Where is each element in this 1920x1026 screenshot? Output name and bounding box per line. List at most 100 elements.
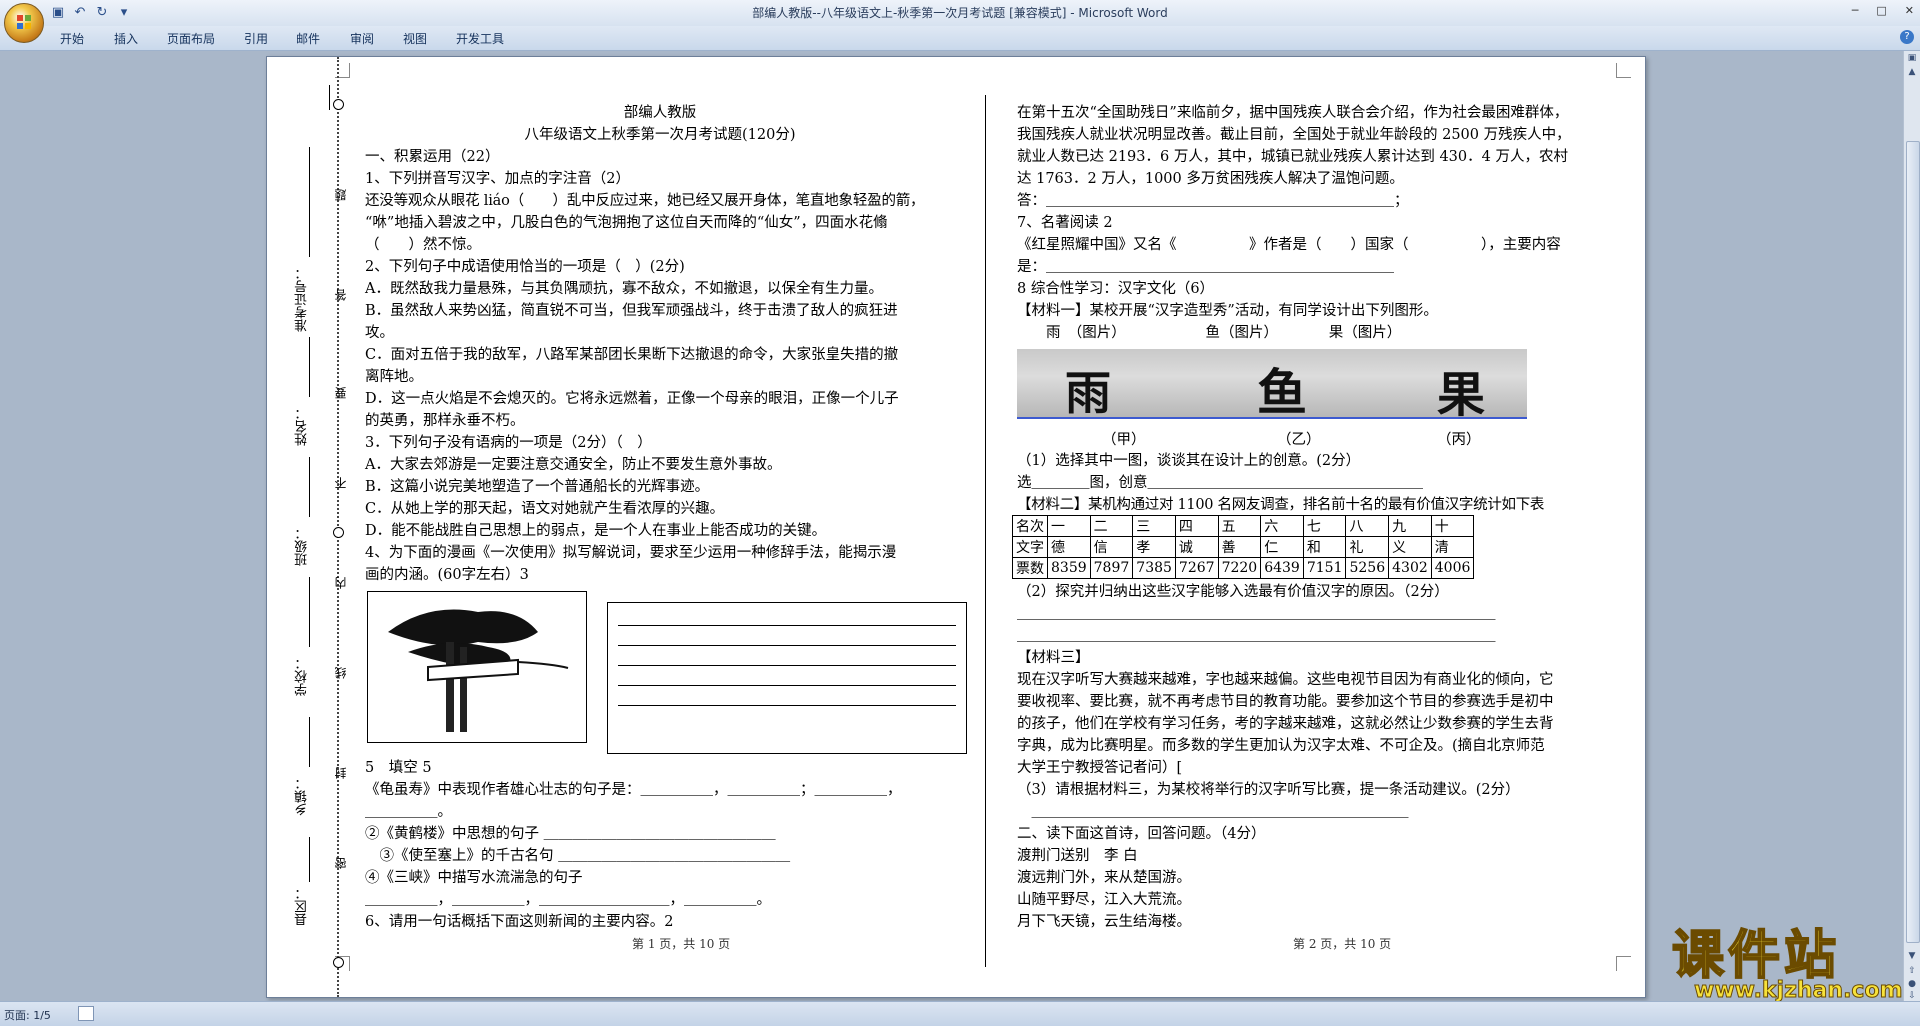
label-town: 乡镇：: [295, 777, 310, 816]
question-line: D．能不能战胜自己思想上的弱点，是一个人在事业上能否成功的关键。: [365, 523, 827, 539]
page-indicator[interactable]: 页面: 1/5: [4, 1007, 51, 1023]
label-class: 班级：: [295, 527, 310, 566]
caption-jia: （甲）: [1102, 432, 1146, 448]
question-line: ④《三峡》中描写水流湍急的句子: [365, 870, 583, 886]
column-right-lower: （2）探究并归纳出这些汉字能够入选最有价值汉字的原因。（2分） ＿＿＿＿＿＿＿＿…: [1017, 581, 1622, 933]
question-line: 1、下列拼音写汉字、加点的字注音（2）: [365, 171, 630, 187]
cartoon-image: [367, 591, 587, 743]
question-line: ＿＿＿＿＿＿＿＿＿＿＿＿＿＿＿＿＿＿＿＿＿＿＿＿＿＿: [1017, 804, 1409, 820]
question-line: 离阵地。: [365, 369, 423, 385]
close-button[interactable]: ✕: [1905, 4, 1914, 17]
question-line: C．从她上学的那天起，语文对她就产生看浓厚的兴趣。: [365, 501, 725, 517]
ruler-toggle-icon[interactable]: ▣: [1907, 53, 1917, 63]
seal-mark: 线: [334, 667, 348, 679]
question-line: ②《黄鹤楼》中思想的句子 ＿＿＿＿＿＿＿＿＿＿＿＿＿＿＿＿: [365, 826, 776, 842]
question-line: 我国残疾人就业状况明显改善。截止目前，全国处于就业年龄段的 2500 万残疾人中…: [1017, 127, 1571, 143]
customize-dropdown-icon[interactable]: ▾: [116, 5, 132, 21]
table-cell: 善: [1217, 536, 1262, 558]
answer-line: [618, 665, 956, 666]
office-button[interactable]: [4, 3, 44, 43]
table-cell: 文字: [1012, 536, 1048, 558]
question-line: ＿＿＿＿＿。: [365, 804, 452, 820]
question-line: 的孩子，他们在学校有学习任务，考的字越来越难，这就必然让少数参赛的学生去背: [1017, 716, 1554, 732]
label-name: 姓名：: [295, 407, 310, 446]
binding-hole: [333, 527, 344, 538]
exam-number-line: [309, 147, 310, 257]
scroll-thumb[interactable]: [1906, 141, 1920, 943]
table-cell: 7151: [1302, 557, 1347, 579]
document-page[interactable]: 准考证号： 姓名： 班级： 学校： 乡镇： 县区： 题 答 要 不 内 线 封 …: [266, 56, 1646, 998]
question-line: （1）选择其中一图，谈谈其在设计上的创意。(2分）: [1017, 453, 1361, 469]
glyph-fruit: 果: [1437, 367, 1486, 419]
question-line: 大学王宁教授答记者问）[: [1017, 760, 1183, 776]
ribbon-tabs: 开始 插入 页面布局 引用 邮件 审阅 视图 开发工具: [0, 26, 1920, 51]
table-cell: 孝: [1132, 536, 1176, 558]
table-cell: 8359: [1047, 557, 1091, 579]
tree-cartoon-icon: [388, 609, 569, 732]
redo-icon[interactable]: ↻: [94, 5, 110, 21]
window-controls: ─ □ ✕: [1852, 4, 1914, 17]
question-line: 月下飞天镜，云生结海楼。: [1017, 914, 1191, 930]
table-cell: 7267: [1174, 557, 1219, 579]
column-left-lower: 5 填空 5 《龟虽寿》中表现作者雄心壮志的句子是：＿＿＿＿＿，＿＿＿＿＿；＿＿…: [365, 757, 965, 933]
maximize-button[interactable]: □: [1876, 4, 1886, 17]
table-row: 文字德信孝诚善仁和礼义清: [1012, 536, 1475, 558]
save-icon[interactable]: ▣: [50, 5, 66, 21]
question-line: “咻”地插入碧波之中，几股白色的气泡拥抱了这位自天而降的“仙女”，四面水花翛: [365, 215, 888, 231]
table-cell: 7220: [1217, 557, 1262, 579]
column-right-mid: （1）选择其中一图，谈谈其在设计上的创意。(2分） 选＿＿＿＿图，创意＿＿＿＿＿…: [1017, 450, 1622, 516]
help-icon[interactable]: ?: [1900, 30, 1914, 44]
tab-developer[interactable]: 开发工具: [456, 30, 504, 47]
page-footer-left: 第 1 页，共 10 页: [632, 937, 731, 951]
doc-title-publisher: 部编人教版: [623, 105, 697, 121]
doc-title-exam: 八年级语文上秋季第一次月考试题(120分): [524, 127, 796, 143]
question-line: 还没等观众从眼花 liáo（ ）乱中反应过来，她已经又展开身体，笔直地象轻盈的箭…: [365, 193, 925, 209]
answer-line: [618, 685, 956, 686]
undo-icon[interactable]: ↶: [72, 5, 88, 21]
scroll-up-icon[interactable]: ▲: [1907, 67, 1917, 77]
browse-object-icon[interactable]: ●: [1907, 979, 1917, 989]
question-line: 5 填空 5: [365, 760, 432, 776]
tab-references[interactable]: 引用: [244, 30, 268, 47]
table-cell: 七: [1302, 515, 1347, 537]
label-district: 县区：: [295, 887, 310, 926]
question-line: 8 综合性学习：汉字文化（6）: [1017, 281, 1215, 297]
glyph-fish: 鱼: [1257, 363, 1307, 419]
question-line: ③《使至塞上》的千古名句 ＿＿＿＿＿＿＿＿＿＿＿＿＿＿＿＿: [365, 848, 791, 864]
table-cell: 八: [1345, 515, 1390, 537]
question-line: 二、读下面这首诗，回答问题。（4分）: [1017, 826, 1266, 842]
seal-mark: 封: [334, 767, 348, 779]
tab-view[interactable]: 视图: [403, 30, 427, 47]
previous-page-icon[interactable]: ⇧: [1907, 966, 1917, 976]
question-line: 在第十五次“全国助残日”来临前夕，据中国残疾人联合会介绍，作为社会最困难群体，: [1017, 105, 1569, 121]
glyph-rain: 雨: [1065, 366, 1111, 419]
scroll-down-icon[interactable]: ▼: [1907, 951, 1917, 961]
next-page-icon[interactable]: ⇩: [1907, 991, 1917, 1001]
tab-mailings[interactable]: 邮件: [296, 30, 320, 47]
table-row: 名次一二三四五六七八九十: [1012, 515, 1475, 537]
table-cell: 名次: [1012, 515, 1048, 537]
question-line: 选＿＿＿＿图，创意＿＿＿＿＿＿＿＿＿＿＿＿＿＿＿＿＿＿＿: [1017, 475, 1423, 491]
tab-page-layout[interactable]: 页面布局: [167, 30, 215, 47]
table-cell: 6439: [1260, 557, 1304, 579]
tab-home[interactable]: 开始: [60, 30, 84, 47]
question-line: 画的内涵。(60字左右）3: [365, 567, 529, 583]
question-line: （ ）然不惊。: [365, 237, 481, 253]
question-line: （2）探究并归纳出这些汉字能够入选最有价值汉字的原因。（2分）: [1017, 584, 1449, 600]
binding-hole: [333, 957, 344, 968]
question-line: 答：＿＿＿＿＿＿＿＿＿＿＿＿＿＿＿＿＿＿＿＿＿＿＿＿；: [1017, 193, 1409, 209]
table-cell: 7897: [1089, 557, 1134, 579]
vertical-scrollbar[interactable]: ▣ ▲ ▼ ⇧ ● ⇩: [1903, 51, 1920, 1001]
minimize-button[interactable]: ─: [1852, 4, 1859, 17]
tab-review[interactable]: 审阅: [350, 30, 374, 47]
proofing-icon[interactable]: [78, 1006, 94, 1021]
answer-box[interactable]: [607, 602, 967, 754]
question-line: 渡荆门送别 李 白: [1017, 848, 1138, 864]
class-line: [309, 457, 310, 517]
district-line: [309, 837, 310, 882]
table-row: 票数 8359 7897 7385 7267 7220 6439 7151 5256 4302 40…: [1012, 557, 1475, 579]
label-school: 学校：: [295, 657, 310, 696]
tab-insert[interactable]: 插入: [114, 30, 138, 47]
watermark-logo: 课件站 www.kjzhan.com: [1671, 927, 1906, 1004]
question-line: 【材料二】某机构通过对 1100 名网友调查，排名前十名的最有价值汉字统计如下表: [1017, 497, 1545, 513]
